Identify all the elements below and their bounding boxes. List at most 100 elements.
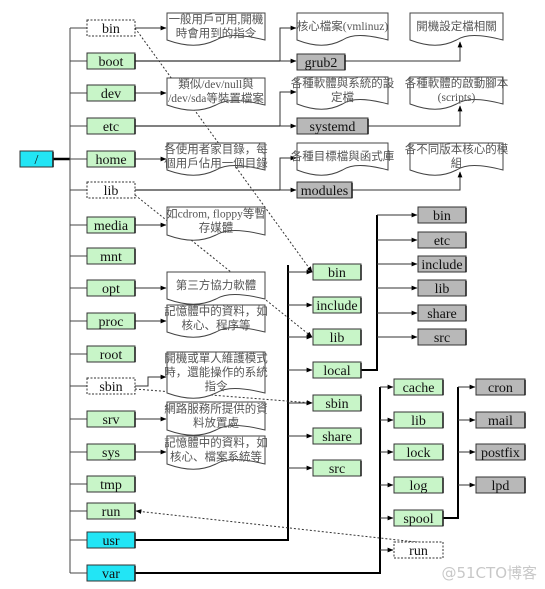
note-text: 第三方協力軟體 (176, 278, 257, 292)
note-text: 記憶體中的資料，如 (164, 304, 268, 318)
dir-var-spool-postfix-label: postfix (481, 446, 520, 461)
note-home: 各使用者家目錄，每個用戶佔用一個目錄 (164, 142, 268, 176)
note-proc: 記憶體中的資料，如核心、程序等 (164, 304, 268, 338)
dir-var-lib-label: lib (411, 414, 426, 429)
connector-line (279, 25, 297, 61)
dir-var-spool-postfix[interactable]: postfix (475, 443, 526, 461)
dir-usr-local-etc[interactable]: etc (417, 231, 467, 249)
dir-sys[interactable]: sys (86, 443, 136, 461)
dir-opt[interactable]: opt (86, 279, 136, 297)
dir-etc-label: etc (103, 120, 119, 135)
dir-var-spool-cron[interactable]: cron (475, 378, 526, 396)
dir-usr-local-etc-label: etc (434, 234, 450, 249)
note-text: (scripts) (438, 92, 476, 104)
dir-var-run-label: run (409, 544, 428, 559)
dir-dev[interactable]: dev (86, 84, 136, 102)
dir-var-lock[interactable]: lock (393, 443, 444, 461)
dir-grub2-label: grub2 (305, 56, 338, 71)
note-etc-contents: 各種軟體與系統的設定檔 (291, 76, 395, 110)
dir-var-lock-label: lock (406, 446, 430, 461)
dir-usr-include[interactable]: include (312, 296, 362, 314)
note-boot-contents: 核心檔案(vmlinuz) (296, 12, 389, 46)
dir-usr-bin[interactable]: bin (312, 263, 362, 281)
root-dir[interactable]: / (19, 150, 54, 168)
root-dir-label: / (35, 153, 39, 168)
dir-modules-label: modules (301, 184, 348, 199)
dir-var-log[interactable]: log (393, 476, 444, 494)
dir-var-spool[interactable]: spool (393, 509, 444, 527)
note-text: 時，還能操作的系統 (164, 365, 268, 379)
dir-proc[interactable]: proc (86, 312, 136, 330)
dir-srv[interactable]: srv (86, 410, 136, 428)
note-text: /dev/sda等裝置檔案 (168, 91, 264, 105)
dir-tmp-label: tmp (100, 478, 122, 493)
dir-var-spool-mail-label: mail (488, 414, 513, 429)
note-text: 開機或單人維護模式 (164, 351, 268, 365)
note-systemd: 各種軟體的啟動腳本 (scripts) (405, 76, 509, 110)
dir-usr-bin-label: bin (328, 266, 346, 281)
note-text: 組 (451, 157, 463, 170)
dir-root-label: root (100, 348, 123, 363)
dir-usr-local-share[interactable]: share (417, 304, 467, 322)
dir-dev-label: dev (101, 87, 121, 102)
connector-line (361, 215, 378, 371)
dir-usr-local-bin[interactable]: bin (417, 206, 467, 224)
dir-boot[interactable]: boot (86, 52, 136, 70)
dir-usr-sbin[interactable]: sbin (312, 394, 362, 412)
dir-root[interactable]: root (86, 345, 136, 363)
dir-var-spool-mail[interactable]: mail (475, 411, 526, 429)
dir-var-run[interactable]: run (393, 541, 444, 559)
connector-line (443, 387, 459, 519)
dir-usr[interactable]: usr (86, 531, 136, 549)
dir-lib[interactable]: lib (86, 181, 136, 199)
dir-usr-local-lib[interactable]: lib (417, 279, 467, 297)
dir-sbin[interactable]: sbin (86, 377, 136, 395)
dir-media[interactable]: media (86, 216, 136, 234)
dir-var-spool-lpd[interactable]: lpd (475, 476, 526, 494)
dir-grub2[interactable]: grub2 (296, 53, 346, 71)
note-text: 一般用戶可用,開機 (169, 12, 264, 26)
dir-usr-lib[interactable]: lib (312, 328, 362, 346)
note-text: 個用戶佔用一個目錄 (164, 156, 268, 170)
dir-mnt[interactable]: mnt (86, 247, 136, 265)
dir-var-lib[interactable]: lib (393, 411, 444, 429)
dir-usr-local-src[interactable]: src (417, 328, 467, 346)
note-lib-contents: 各種目標檔與函式庫 (291, 142, 394, 176)
note-modules: 各不同版本核心的模組 (405, 142, 509, 176)
dir-var-spool-cron-label: cron (488, 381, 513, 396)
dir-usr-share[interactable]: share (312, 427, 362, 445)
dir-run[interactable]: run (86, 502, 136, 520)
note-text: 核心、檔案系統等 (170, 450, 262, 464)
dir-lib-label: lib (104, 184, 119, 199)
note-text: 時會用到的指令 (176, 26, 257, 40)
note-text: 各種軟體的啟動腳本 (405, 76, 509, 90)
connector-line (279, 89, 297, 126)
note-text: 定檔 (331, 90, 354, 104)
note-text: 各不同版本核心的模 (405, 142, 509, 156)
dir-var[interactable]: var (86, 564, 136, 582)
dir-etc[interactable]: etc (86, 117, 136, 135)
dir-home-label: home (95, 153, 126, 168)
note-sbin: 開機或單人維護模式時，還能操作的系統指令 (164, 351, 268, 399)
dir-var-cache[interactable]: cache (393, 378, 444, 396)
dir-usr-local[interactable]: local (312, 361, 362, 379)
note-media: 如cdrom, floppy等暫存媒體 (166, 206, 266, 241)
dir-modules[interactable]: modules (296, 181, 353, 199)
dir-sys-label: sys (102, 446, 120, 461)
dir-bin-label: bin (102, 22, 120, 37)
dir-usr-src[interactable]: src (312, 459, 362, 477)
dir-media-label: media (94, 219, 129, 234)
dir-var-spool-label: spool (403, 512, 433, 527)
dir-bin[interactable]: bin (86, 19, 136, 37)
dir-usr-include-label: include (316, 299, 357, 314)
dir-home[interactable]: home (86, 150, 136, 168)
note-opt: 第三方協力軟體 (166, 271, 266, 305)
dir-usr-local-include[interactable]: include (417, 255, 467, 273)
dir-var-log-label: log (410, 479, 428, 494)
dir-systemd-label: systemd (310, 120, 356, 135)
dir-var-label: var (102, 567, 120, 582)
dir-tmp[interactable]: tmp (86, 475, 136, 493)
dir-systemd[interactable]: systemd (296, 117, 369, 135)
note-text: 開機設定檔相關 (416, 19, 497, 33)
watermark: @51CTO博客 (441, 564, 537, 582)
